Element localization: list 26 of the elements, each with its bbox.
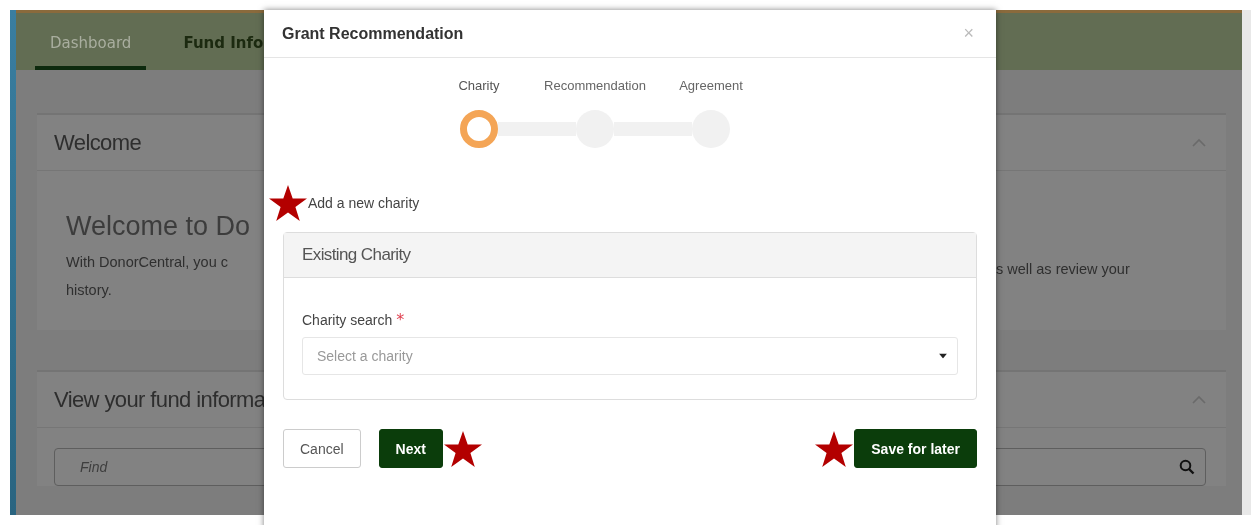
step-label: Charity bbox=[457, 78, 501, 93]
star-icon bbox=[268, 184, 308, 222]
welcome-text: history. bbox=[66, 281, 113, 300]
star-icon bbox=[442, 429, 483, 468]
step-label: Agreement bbox=[678, 78, 744, 93]
scrollbar[interactable] bbox=[1242, 10, 1251, 515]
required-mark: * bbox=[396, 310, 405, 329]
welcome-text: With DonorCentral, you c bbox=[66, 253, 229, 272]
chevron-icon[interactable] bbox=[1192, 138, 1206, 147]
card-title: View your fund informa bbox=[54, 386, 266, 413]
caret-icon bbox=[939, 353, 947, 359]
chevron-icon[interactable] bbox=[1192, 395, 1206, 404]
charity-select[interactable]: Select a charity bbox=[302, 337, 958, 375]
star-icon bbox=[814, 429, 855, 468]
welcome-text: s well as review your bbox=[996, 261, 1130, 277]
welcome-heading: Welcome to Do bbox=[66, 211, 252, 242]
card-title: Welcome bbox=[54, 129, 142, 156]
field-label: Charity search bbox=[302, 312, 393, 328]
primary-button[interactable]: Save for later bbox=[854, 429, 977, 468]
step-label: Recommendation bbox=[543, 78, 647, 93]
cancel-button[interactable]: Cancel bbox=[283, 429, 361, 468]
add-charity-link[interactable]: Add a new charity bbox=[308, 195, 420, 211]
panel-title: Existing Charity bbox=[302, 245, 411, 265]
primary-button[interactable]: Next bbox=[378, 429, 443, 468]
search-icon[interactable] bbox=[1179, 459, 1195, 475]
modal-title: Grant Recommendation bbox=[282, 24, 464, 43]
